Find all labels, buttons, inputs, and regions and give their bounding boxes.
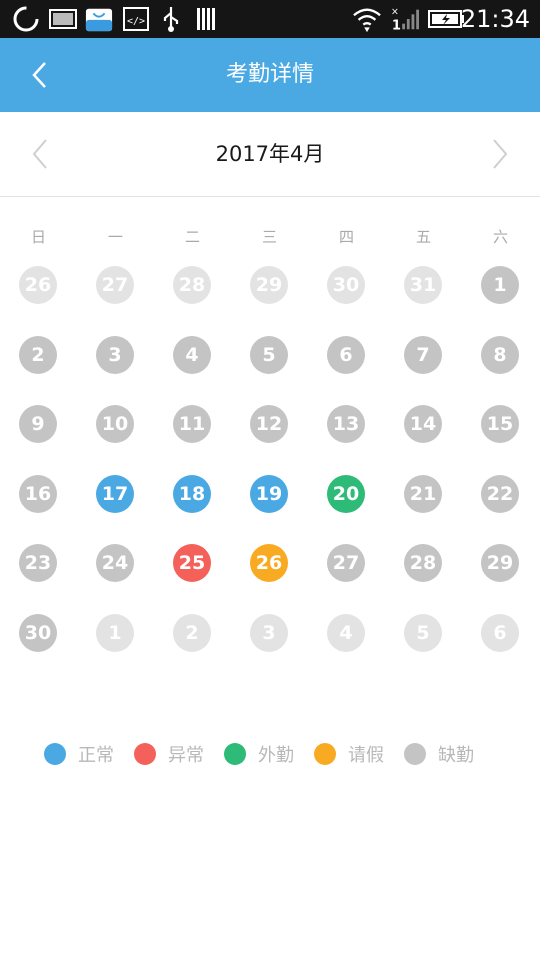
weekday-label: 五 [415, 228, 431, 246]
loading-icon [13, 6, 39, 32]
calendar-day-cell[interactable]: 28 [404, 544, 442, 582]
legend-label: 外勤 [258, 745, 294, 766]
calendar-day-cell[interactable]: 19 [250, 475, 288, 513]
clock: 21:34 [460, 5, 530, 33]
chevron-left-icon [32, 139, 47, 169]
legend-dot-normal [44, 743, 66, 765]
calendar-day-cell[interactable]: 16 [19, 475, 57, 513]
calendar-day-cell[interactable]: 11 [173, 405, 211, 443]
calendar-day-cell[interactable]: 12 [250, 405, 288, 443]
chevron-right-icon [493, 139, 508, 169]
calendar-day-cell[interactable]: 10 [96, 405, 134, 443]
calendar-day-cell[interactable]: 28 [173, 266, 211, 304]
weekday-label: 一 [107, 228, 123, 246]
month-navigation: 2017年4月 [0, 112, 540, 197]
calendar-day-cell[interactable]: 1 [96, 614, 134, 652]
calendar-day-cell[interactable]: 30 [327, 266, 365, 304]
page-title: 考勤详情 [225, 62, 314, 87]
weekday-label: 四 [338, 228, 354, 246]
calendar-day-cell[interactable]: 25 [173, 544, 211, 582]
calendar-day-cell[interactable]: 6 [481, 614, 519, 652]
calendar-day-cell[interactable]: 27 [327, 544, 365, 582]
legend-label: 请假 [348, 745, 384, 766]
legend-item-field: 外勤 [224, 734, 294, 774]
legend-dot-leave [314, 743, 336, 765]
barcode-icon [197, 8, 215, 30]
weekday-header: 日 一 二 三 四 五 六 [0, 220, 540, 254]
legend-dot-absent [404, 743, 426, 765]
calendar-day-cell[interactable]: 17 [96, 475, 134, 513]
calendar-day-cell[interactable]: 6 [327, 336, 365, 374]
calendar-day-cell[interactable]: 30 [19, 614, 57, 652]
weekday-label: 六 [492, 228, 508, 246]
calendar-grid: 26 27 28 29 30 31 1 2 3 4 5 6 7 8 9 10 11 12 13 14 15 16 17 18 1… [0, 266, 540, 686]
svg-text:1: 1 [392, 18, 401, 33]
calendar-day-cell[interactable]: 18 [173, 475, 211, 513]
store-icon [85, 8, 113, 32]
calendar-day-cell[interactable]: 5 [404, 614, 442, 652]
calendar-day-cell[interactable]: 23 [19, 544, 57, 582]
image-icon [49, 9, 77, 29]
legend-label: 异常 [168, 745, 204, 766]
calendar-day-cell[interactable]: 4 [173, 336, 211, 374]
calendar-day-cell[interactable]: 8 [481, 336, 519, 374]
signal-icon: × 1 [391, 6, 419, 33]
legend-item-normal: 正常 [44, 734, 114, 774]
svg-text:</>: </> [127, 16, 145, 27]
usb-icon [163, 7, 179, 32]
app-bar: 考勤详情 [0, 38, 540, 112]
status-bar: </> × 1 21:34 [0, 0, 540, 38]
calendar-day-cell[interactable]: 4 [327, 614, 365, 652]
calendar-day-cell[interactable]: 27 [96, 266, 134, 304]
weekday-label: 日 [30, 228, 46, 246]
svg-text:×: × [391, 6, 399, 17]
back-button[interactable] [18, 50, 62, 100]
legend-item-absent: 缺勤 [404, 734, 474, 774]
calendar-day-cell[interactable]: 24 [96, 544, 134, 582]
weekday-label: 三 [261, 228, 277, 246]
legend-dot-abnormal [134, 743, 156, 765]
calendar-day-cell[interactable]: 3 [250, 614, 288, 652]
legend-dot-field [224, 743, 246, 765]
calendar-day-cell[interactable]: 2 [19, 336, 57, 374]
prev-month-button[interactable] [20, 134, 60, 174]
weekday-label: 二 [184, 228, 200, 246]
calendar-day-cell[interactable]: 5 [250, 336, 288, 374]
legend: 正常 异常 外勤 请假 缺勤 [0, 734, 540, 774]
legend-item-leave: 请假 [314, 734, 384, 774]
calendar-day-cell[interactable]: 7 [404, 336, 442, 374]
calendar-day-cell[interactable]: 31 [404, 266, 442, 304]
legend-item-abnormal: 异常 [134, 734, 204, 774]
calendar-day-cell[interactable]: 15 [481, 405, 519, 443]
calendar-day-cell[interactable]: 26 [19, 266, 57, 304]
calendar-day-cell[interactable]: 29 [250, 266, 288, 304]
calendar-day-cell[interactable]: 2 [173, 614, 211, 652]
calendar-day-cell[interactable]: 21 [404, 475, 442, 513]
calendar-day-cell[interactable]: 20 [327, 475, 365, 513]
legend-label: 缺勤 [438, 745, 474, 766]
calendar-day-cell[interactable]: 26 [250, 544, 288, 582]
wifi-icon [353, 8, 381, 33]
code-icon: </> [123, 7, 149, 31]
calendar-day-cell[interactable]: 13 [327, 405, 365, 443]
calendar-day-cell[interactable]: 1 [481, 266, 519, 304]
next-month-button[interactable] [480, 134, 520, 174]
chevron-left-icon [32, 62, 46, 88]
legend-label: 正常 [78, 745, 114, 766]
month-title: 2017年4月 [215, 142, 325, 166]
calendar-day-cell[interactable]: 22 [481, 475, 519, 513]
calendar-day-cell[interactable]: 9 [19, 405, 57, 443]
calendar-day-cell[interactable]: 14 [404, 405, 442, 443]
calendar-day-cell[interactable]: 29 [481, 544, 519, 582]
calendar-day-cell[interactable]: 3 [96, 336, 134, 374]
